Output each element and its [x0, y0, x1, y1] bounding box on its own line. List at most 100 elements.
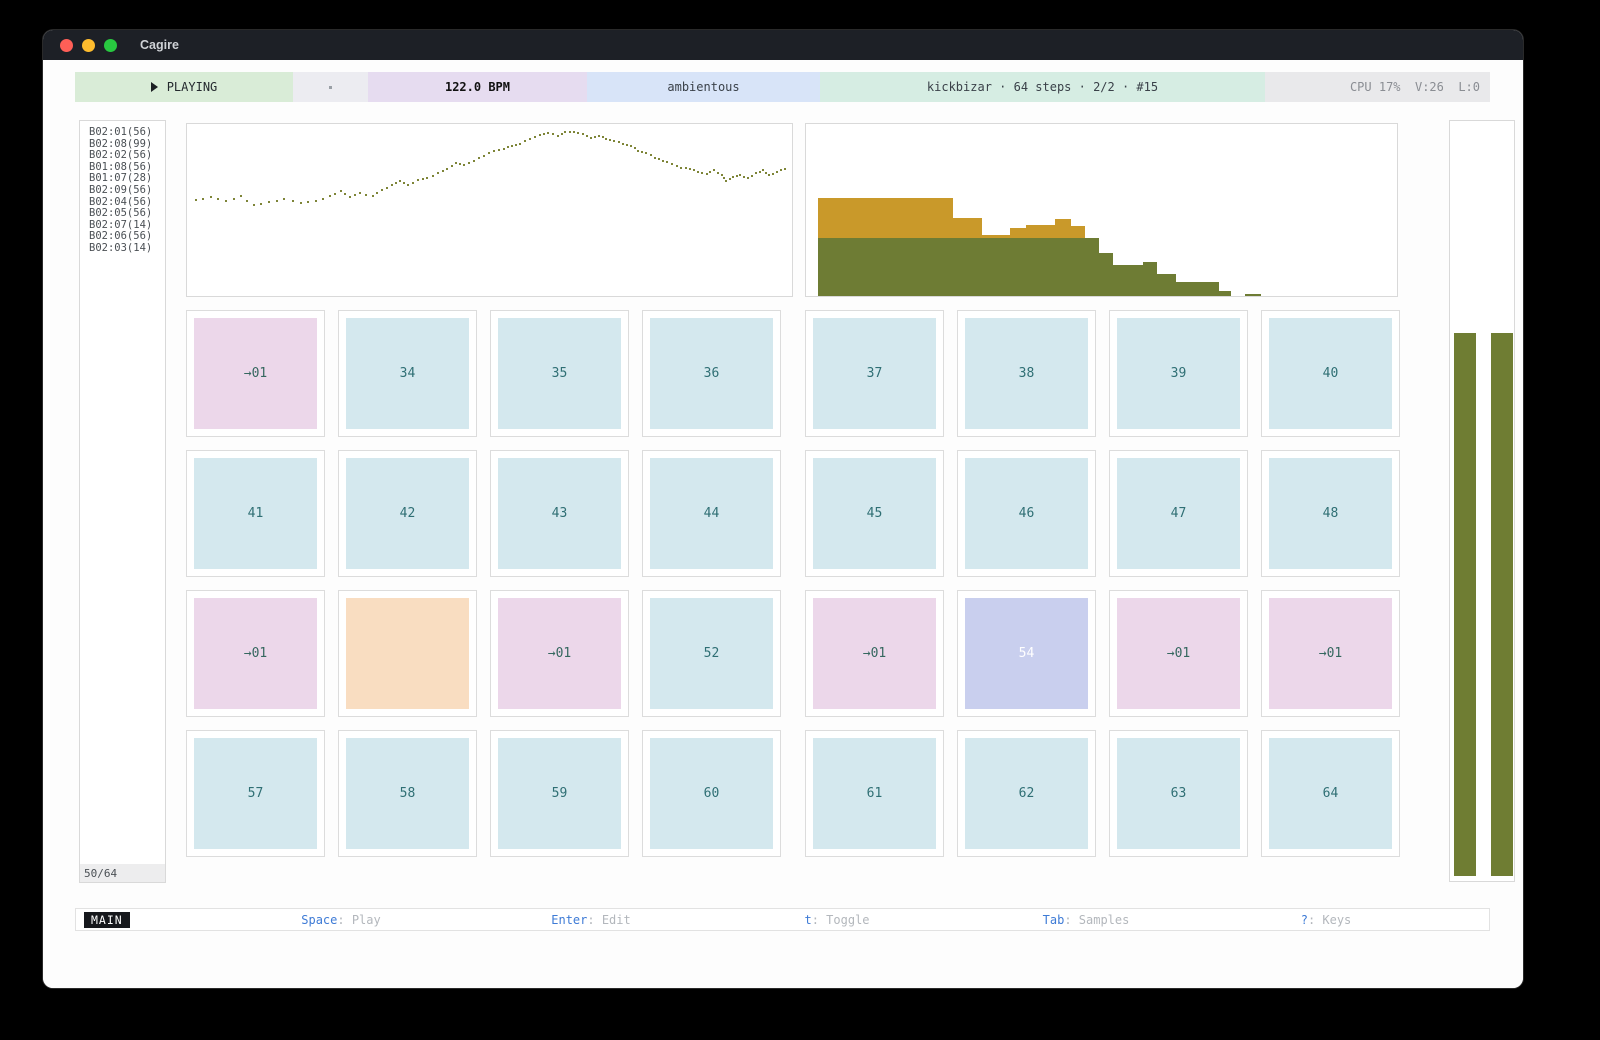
sample-list-item[interactable]: B02:09(56) [80, 185, 165, 197]
waveform-dot [451, 165, 453, 167]
waveform-dot [755, 172, 757, 174]
pad-cell[interactable]: →01 [1261, 590, 1400, 717]
pad-cell[interactable]: 40 [1261, 310, 1400, 437]
waveform-dot [381, 189, 383, 191]
waveform-dot [622, 143, 624, 145]
pad-cell-label: →01 [1269, 598, 1392, 709]
waveform-dot [723, 177, 725, 179]
waveform-dot [507, 146, 509, 148]
waveform-dot [582, 133, 584, 135]
pad-cell[interactable]: 43 [490, 450, 629, 577]
pad-cell[interactable]: →01 [186, 590, 325, 717]
waveform-dot [609, 139, 611, 141]
waveform-dot [240, 195, 242, 197]
window-title: Cagire [140, 38, 179, 52]
waveform-dot [307, 201, 309, 203]
pad-cell[interactable]: 41 [186, 450, 325, 577]
screen-background: Cagire PLAYING 122.0 BPM ambientous kick… [0, 0, 1600, 1040]
waveform-dot [721, 174, 723, 176]
app-content: PLAYING 122.0 BPM ambientous kickbizar ·… [43, 60, 1523, 988]
waveform-dot [725, 180, 727, 182]
waveform-dot [543, 133, 545, 135]
pad-cell[interactable]: 63 [1109, 730, 1248, 857]
pad-cell[interactable]: 57 [186, 730, 325, 857]
pad-cell[interactable]: 62 [957, 730, 1096, 857]
waveform-dot [564, 131, 566, 133]
pad-cell-label: 61 [813, 738, 936, 849]
histogram-bar-base [1010, 238, 1026, 296]
waveform-dot [225, 200, 227, 202]
pad-cell[interactable]: 39 [1109, 310, 1248, 437]
pad-cell[interactable]: 45 [805, 450, 944, 577]
pad-cell[interactable]: 44 [642, 450, 781, 577]
waveform-dot [547, 132, 549, 134]
waveform-dot [534, 136, 536, 138]
waveform-dot [292, 200, 294, 202]
transport-status[interactable]: PLAYING [75, 72, 293, 102]
cpu-stats: CPU 17% V:26 L:0 [1265, 72, 1490, 102]
pad-cell[interactable]: →01 [186, 310, 325, 437]
pattern-info[interactable]: kickbizar · 64 steps · 2/2 · #15 [820, 72, 1265, 102]
pad-cell[interactable]: 58 [338, 730, 477, 857]
pad-cell[interactable]: 54 [957, 590, 1096, 717]
waveform-dot [210, 196, 212, 198]
waveform-dot [315, 200, 317, 202]
pad-cell[interactable]: 46 [957, 450, 1096, 577]
pad-cell[interactable]: 59 [490, 730, 629, 857]
pad-cell[interactable]: →01 [805, 590, 944, 717]
pad-cell-label: 34 [346, 318, 469, 429]
close-window-icon[interactable] [60, 39, 73, 52]
waveform-dot [626, 144, 628, 146]
waveform-dot [407, 184, 409, 186]
pad-cell[interactable]: 61 [805, 730, 944, 857]
pad-cell-label: 45 [813, 458, 936, 569]
waveform-dot [354, 194, 356, 196]
pad-cell[interactable]: 38 [957, 310, 1096, 437]
histogram-bar-top [982, 235, 1011, 238]
waveform-dot [729, 178, 731, 180]
scene-name[interactable]: ambientous [587, 72, 820, 102]
shortcut-desc: : Keys [1308, 913, 1351, 927]
waveform-dot [685, 167, 687, 169]
pad-cell-label: 41 [194, 458, 317, 569]
pad-cell[interactable]: 36 [642, 310, 781, 437]
waveform-dot [412, 182, 414, 184]
pad-cell[interactable]: 48 [1261, 450, 1400, 577]
pad-cell-label: 39 [1117, 318, 1240, 429]
sample-list-item[interactable]: B02:01(56) [80, 127, 165, 139]
pad-cell[interactable]: →01 [1109, 590, 1248, 717]
minimize-window-icon[interactable] [82, 39, 95, 52]
pad-cell[interactable]: 42 [338, 450, 477, 577]
waveform-dot [463, 164, 465, 166]
pad-cell[interactable]: 52 [642, 590, 781, 717]
pad-cell[interactable]: 35 [490, 310, 629, 437]
shortcut-desc: : Play [337, 913, 380, 927]
play-icon [151, 82, 158, 92]
pad-cell[interactable]: 64 [1261, 730, 1400, 857]
pad-cell[interactable]: 60 [642, 730, 781, 857]
pad-cell-label: 54 [965, 598, 1088, 709]
histogram-bar-top [953, 218, 982, 238]
waveform-dot [552, 133, 554, 135]
pad-cell-label: 42 [346, 458, 469, 569]
zoom-window-icon[interactable] [104, 39, 117, 52]
pad-cell-label: 58 [346, 738, 469, 849]
histogram-bar-base [982, 238, 1011, 296]
bpm-display[interactable]: 122.0 BPM [368, 72, 587, 102]
sample-list-item[interactable]: B02:05(56) [80, 208, 165, 220]
waveform-dot [569, 131, 571, 133]
waveform-dot [689, 168, 691, 170]
waveform-dot [590, 137, 592, 139]
waveform-dot [602, 136, 604, 138]
waveform-dot [630, 145, 632, 147]
pad-cell[interactable] [338, 590, 477, 717]
pad-cell[interactable]: 37 [805, 310, 944, 437]
waveform-dot [519, 143, 521, 145]
pad-cell[interactable]: 34 [338, 310, 477, 437]
sample-list-item[interactable]: B02:03(14) [80, 243, 165, 255]
pad-cell[interactable]: →01 [490, 590, 629, 717]
pad-cell[interactable]: 47 [1109, 450, 1248, 577]
waveform-dot [372, 195, 374, 197]
waveform-dot [403, 182, 405, 184]
histogram-bar-top [1010, 228, 1026, 238]
